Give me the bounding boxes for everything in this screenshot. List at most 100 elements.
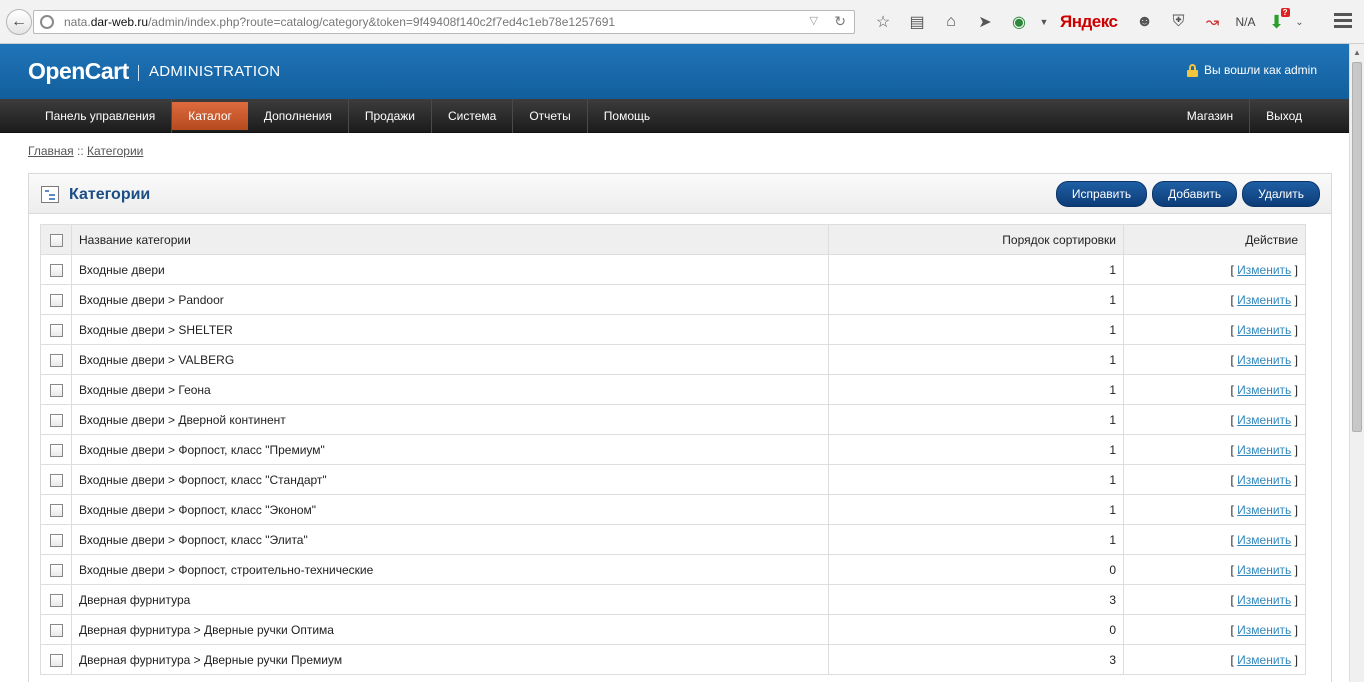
addon-globe-icon[interactable]: ◉ — [1002, 12, 1036, 32]
breadcrumb-current-link[interactable]: Категории — [87, 144, 143, 158]
category-name: Дверная фурнитура > Дверные ручки Оптима — [71, 614, 829, 645]
action-bracket-open: [ — [1230, 562, 1234, 577]
row-checkbox-cell — [40, 494, 72, 525]
notification-badge: ? — [1280, 7, 1290, 17]
menu-item-logout[interactable]: Выход — [1250, 99, 1318, 133]
repair-button[interactable]: Исправить — [1055, 181, 1148, 207]
star-bookmark-icon[interactable]: ☆ — [866, 12, 900, 32]
row-checkbox-cell — [40, 404, 72, 435]
edit-link[interactable]: Изменить — [1237, 293, 1291, 307]
edit-link[interactable]: Изменить — [1237, 323, 1291, 337]
opencart-logo[interactable]: OpenCart — [28, 58, 129, 85]
table-row: Входные двери > Геона 1[ Изменить ] — [40, 374, 1306, 405]
page-scrollbar[interactable]: ▲ — [1349, 44, 1364, 682]
yandex-logo[interactable]: Яндекс — [1060, 12, 1118, 32]
sort-order-value: 3 — [828, 644, 1124, 675]
category-name: Входные двери > Форпост, класс "Элита" — [71, 524, 829, 555]
row-checkbox[interactable] — [49, 593, 63, 607]
row-checkbox[interactable] — [49, 473, 63, 487]
action-bracket-open: [ — [1230, 622, 1234, 637]
row-checkbox-cell — [40, 584, 72, 615]
edit-link[interactable]: Изменить — [1237, 593, 1291, 607]
reload-icon[interactable]: ↻ — [834, 13, 846, 30]
row-checkbox-cell — [40, 554, 72, 585]
row-checkbox[interactable] — [49, 503, 63, 517]
sort-order-value: 1 — [828, 254, 1124, 285]
download-arrow-icon[interactable]: ⬇? — [1262, 7, 1292, 33]
row-checkbox[interactable] — [49, 533, 63, 547]
action-bracket-close: ] — [1294, 502, 1298, 517]
action-bracket-open: [ — [1230, 442, 1234, 457]
edit-link[interactable]: Изменить — [1237, 413, 1291, 427]
row-checkbox[interactable] — [49, 443, 63, 457]
column-header-sort-order[interactable]: Порядок сортировки — [828, 224, 1124, 255]
send-icon[interactable]: ➤ — [968, 12, 1002, 32]
menu-item-system[interactable]: Система — [432, 99, 514, 133]
select-all-checkbox[interactable] — [49, 233, 63, 247]
delete-button[interactable]: Удалить — [1242, 181, 1320, 207]
edit-link[interactable]: Изменить — [1237, 473, 1291, 487]
row-checkbox[interactable] — [49, 563, 63, 577]
category-name: Входные двери > VALBERG — [71, 344, 829, 375]
edit-link[interactable]: Изменить — [1237, 503, 1291, 517]
row-checkbox-cell — [40, 464, 72, 495]
chart-icon[interactable]: ↝ — [1195, 12, 1229, 32]
edit-link[interactable]: Изменить — [1237, 353, 1291, 367]
breadcrumb: Главная :: Категории — [28, 144, 143, 158]
edit-link[interactable]: Изменить — [1237, 653, 1291, 667]
row-checkbox[interactable] — [49, 623, 63, 637]
back-arrow-icon[interactable]: ← — [6, 9, 32, 35]
breadcrumb-home-link[interactable]: Главная — [28, 144, 74, 158]
sort-order-value: 1 — [828, 494, 1124, 525]
row-checkbox[interactable] — [49, 383, 63, 397]
action-bracket-close: ] — [1294, 412, 1298, 427]
shield-icon[interactable]: ⛨ — [1161, 13, 1195, 31]
url-text: nata.dar-web.ru/admin/index.php?route=ca… — [64, 15, 616, 29]
add-button[interactable]: Добавить — [1152, 181, 1238, 207]
smiley-icon[interactable]: ☻ — [1127, 13, 1161, 31]
menu-item-store[interactable]: Магазин — [1171, 99, 1251, 133]
column-header-name[interactable]: Название категории — [71, 224, 829, 255]
scroll-thumb[interactable] — [1352, 62, 1362, 432]
menu-item-catalog[interactable]: Каталог — [172, 102, 248, 130]
edit-link[interactable]: Изменить — [1237, 443, 1291, 457]
edit-link[interactable]: Изменить — [1237, 623, 1291, 637]
row-checkbox-cell — [40, 314, 72, 345]
hamburger-menu-icon[interactable] — [1334, 13, 1352, 31]
main-menu: Панель управления Каталог Дополнения Про… — [0, 99, 1349, 133]
na-text[interactable]: N/A — [1235, 15, 1255, 29]
edit-link[interactable]: Изменить — [1237, 383, 1291, 397]
row-checkbox[interactable] — [49, 653, 63, 667]
edit-link[interactable]: Изменить — [1237, 563, 1291, 577]
menu-item-help[interactable]: Помощь — [588, 99, 666, 133]
logged-in-text: Вы вошли как admin — [1187, 63, 1317, 77]
row-checkbox[interactable] — [49, 353, 63, 367]
action-cell: [ Изменить ] — [1123, 494, 1306, 525]
category-name: Входные двери — [71, 254, 829, 285]
edit-link[interactable]: Изменить — [1237, 533, 1291, 547]
row-checkbox[interactable] — [49, 263, 63, 277]
category-name: Дверная фурнитура — [71, 584, 829, 615]
action-bracket-close: ] — [1294, 472, 1298, 487]
row-checkbox[interactable] — [49, 293, 63, 307]
menu-item-extensions[interactable]: Дополнения — [248, 99, 349, 133]
action-bracket-close: ] — [1294, 652, 1298, 667]
bookmarks-list-icon[interactable]: ▤ — [900, 12, 934, 32]
row-checkbox[interactable] — [49, 323, 63, 337]
home-icon[interactable]: ⌂ — [934, 13, 968, 31]
dropdown-arrow-icon[interactable]: ▼ — [1036, 17, 1052, 27]
action-cell: [ Изменить ] — [1123, 614, 1306, 645]
address-bar[interactable]: nata.dar-web.ru/admin/index.php?route=ca… — [33, 10, 855, 34]
menu-item-reports[interactable]: Отчеты — [513, 99, 588, 133]
action-cell: [ Изменить ] — [1123, 434, 1306, 465]
action-bracket-open: [ — [1230, 262, 1234, 277]
action-bracket-close: ] — [1294, 562, 1298, 577]
url-dropdown-icon[interactable]: ▽ — [810, 14, 818, 27]
row-checkbox[interactable] — [49, 413, 63, 427]
category-table: Название категории Порядок сортировки Де… — [40, 224, 1306, 675]
chevron-down-icon[interactable]: ⌄ — [1292, 17, 1308, 28]
menu-item-dashboard[interactable]: Панель управления — [29, 99, 173, 133]
scroll-up-icon[interactable]: ▲ — [1353, 48, 1361, 57]
edit-link[interactable]: Изменить — [1237, 263, 1291, 277]
menu-item-sales[interactable]: Продажи — [349, 99, 432, 133]
